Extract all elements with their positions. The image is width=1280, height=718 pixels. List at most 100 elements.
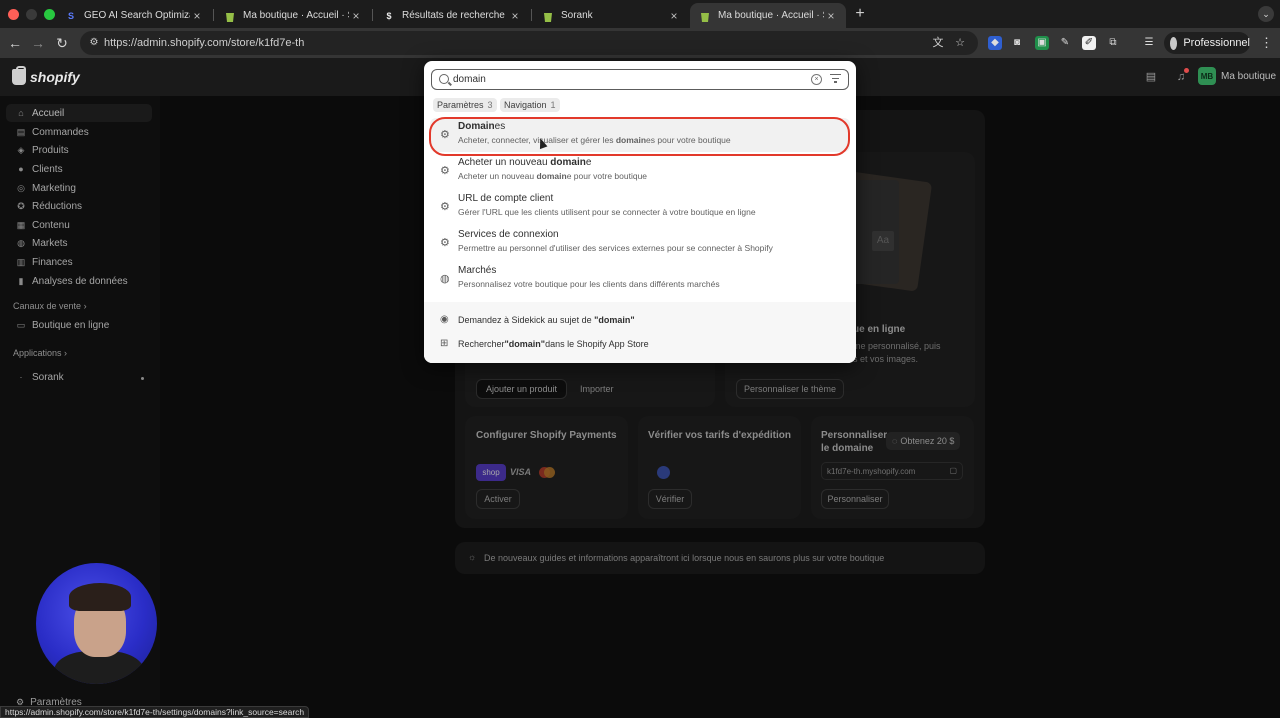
shopify-favicon-icon <box>223 9 237 23</box>
sidebar-item-produits[interactable]: ◈ Produits <box>6 141 152 159</box>
tag-icon: ◈ <box>17 145 25 155</box>
customize-theme-button[interactable]: Personnaliser le thème <box>736 379 844 399</box>
puzzle-extensions-icon[interactable]: ⧉ <box>1106 36 1120 50</box>
close-tab-icon[interactable]: × <box>667 9 681 23</box>
camera-extension-icon[interactable]: ◙ <box>1010 36 1024 50</box>
chart-icon: ▮ <box>18 276 24 286</box>
sales-channels-section[interactable]: Canaux de vente › <box>13 301 87 311</box>
pin-dot <box>141 377 144 380</box>
sidebar-item-analyses[interactable]: ▮ Analyses de données <box>6 272 152 290</box>
close-tab-icon[interactable]: × <box>190 9 204 23</box>
apps-section[interactable]: Applications › <box>13 348 67 358</box>
forward-arrow-icon[interactable]: → <box>30 35 46 51</box>
link-status-bar: https://admin.shopify.com/store/k1fd7e-t… <box>0 706 310 718</box>
translate-icon[interactable]: 文 <box>931 36 945 50</box>
sidebar-item-marketing[interactable]: ◎ Marketing <box>6 179 152 197</box>
search-box[interactable]: × <box>431 69 849 90</box>
visa-logo: VISA <box>510 467 532 477</box>
dollar-favicon-icon: $ <box>386 10 392 21</box>
extension-badge-icon[interactable]: ▣ <box>1035 36 1049 50</box>
activate-payments-button[interactable]: Activer <box>476 489 520 509</box>
add-product-button[interactable]: Ajouter un produit <box>476 379 567 399</box>
browser-tab-3[interactable]: Sorank × <box>533 3 689 28</box>
filter-icon[interactable] <box>830 74 841 84</box>
sidebar-item-finances[interactable]: ▥ Finances <box>6 253 152 271</box>
browser-menu-icon[interactable]: ⋮ <box>1260 36 1273 50</box>
bank-icon: ▥ <box>16 257 26 267</box>
search-app-store-row[interactable]: ⊞ Rechercher "domain" dans le Shopify Ap… <box>440 337 649 351</box>
address-bar[interactable]: ⚙ https://admin.shopify.com/store/k1fd7e… <box>80 31 978 55</box>
shopify-bag-icon <box>12 66 26 85</box>
bookmark-star-icon[interactable]: ☆ <box>953 36 967 50</box>
pen-extension-icon[interactable]: ✎ <box>1058 36 1072 50</box>
tab-search-chevron-icon[interactable]: ⌄ <box>1258 6 1274 22</box>
store-menu-button[interactable]: MB Ma boutique <box>1198 67 1276 85</box>
close-tab-icon[interactable]: × <box>508 9 522 23</box>
extension-icon[interactable]: ◆ <box>988 36 1002 50</box>
new-tab-button[interactable]: + <box>852 5 868 23</box>
sidebar-item-markets[interactable]: ◍ Markets <box>6 234 152 252</box>
sidebar-item-commandes[interactable]: ▤ Commandes <box>6 123 152 141</box>
filter-chip-parametres[interactable]: Paramètres 3 <box>433 98 497 112</box>
domain-panel: Personnaliser le domaine ◌ Obtenez 20 $ k… <box>811 416 974 519</box>
reload-icon[interactable]: ↻ <box>54 35 70 51</box>
profile-button[interactable]: Professionnel <box>1164 32 1250 54</box>
webcam-overlay <box>36 563 157 684</box>
search-result-url-compte-client[interactable]: ⚙ URL de compte client Gérer l'URL que l… <box>430 190 850 224</box>
search-result-services-connexion[interactable]: ⚙ Services de connexion Permettre au per… <box>430 226 850 260</box>
search-footer: ◉ Demandez à Sidekick au sujet de "domai… <box>424 302 856 363</box>
search-modal: × Paramètres3 Navigation1 ⚙ Domaines Ach… <box>424 61 856 363</box>
browser-tab-1[interactable]: Ma boutique · Accueil · Shopif × <box>215 3 371 28</box>
mastercard-logo <box>539 467 555 478</box>
globe-icon: ◍ <box>17 238 25 248</box>
search-result-acheter-domaine[interactable]: ⚙ Acheter un nouveau domaine Acheter un … <box>430 154 850 188</box>
sidebar-item-accueil[interactable]: ⌂ Accueil <box>6 104 152 122</box>
close-tab-icon[interactable]: × <box>824 9 838 23</box>
maximize-window-button[interactable] <box>44 9 55 20</box>
storefront-icon: ▭ <box>16 320 26 330</box>
minimize-window-button[interactable] <box>26 9 37 20</box>
clear-search-icon[interactable]: × <box>811 74 822 85</box>
target-icon: ◎ <box>17 183 25 193</box>
ask-sidekick-row[interactable]: ◉ Demandez à Sidekick au sujet de "domai… <box>440 313 635 327</box>
store-icon[interactable]: ▤ <box>1144 70 1158 84</box>
person-icon: ● <box>18 164 24 174</box>
gear-icon: ⚙ <box>440 129 450 141</box>
search-result-domaines[interactable]: ⚙ Domaines Acheter, connecter, visualise… <box>430 118 850 152</box>
verify-shipping-button[interactable]: Vérifier <box>648 489 692 509</box>
browser-tab-0[interactable]: S GEO AI Search Optimization S × <box>56 3 212 28</box>
myshopify-domain-field: k1fd7e-th.myshopify.com ▢ <box>821 462 963 480</box>
gear-icon: ⚙ <box>440 201 450 213</box>
payments-panel: Configurer Shopify Payments shop VISA Ac… <box>465 416 628 519</box>
content-icon: ▦ <box>16 220 26 230</box>
sidebar-item-contenu[interactable]: ▦ Contenu <box>6 216 152 234</box>
sidebar-item-sorank[interactable]: · Sorank <box>6 368 152 386</box>
site-settings-icon[interactable]: ⚙ <box>88 37 100 49</box>
close-tab-icon[interactable]: × <box>349 9 363 23</box>
copy-icon[interactable]: ▢ <box>949 466 957 475</box>
customize-domain-button[interactable]: Personnaliser <box>821 489 889 509</box>
sidebar-item-reductions[interactable]: ✪ Réductions <box>6 197 152 215</box>
sidekick-icon: ◉ <box>440 314 449 325</box>
url-text: https://admin.shopify.com/store/k1fd7e-t… <box>104 37 305 49</box>
lightbulb-icon: ☼ <box>468 552 477 562</box>
edit-extension-icon[interactable]: ✐ <box>1082 36 1096 50</box>
guides-card: ☼ De nouveaux guides et informations app… <box>455 542 985 574</box>
back-arrow-icon[interactable]: ← <box>7 35 23 51</box>
import-button[interactable]: Importer <box>580 379 614 399</box>
sidebar-item-boutique-en-ligne[interactable]: ▭ Boutique en ligne <box>6 316 152 334</box>
search-input[interactable] <box>453 72 793 87</box>
browser-tab-2[interactable]: $ Résultats de recherche pour × <box>374 3 530 28</box>
sidebar-item-clients[interactable]: ● Clients <box>6 160 152 178</box>
close-window-button[interactable] <box>8 9 19 20</box>
notification-dot <box>1184 68 1189 73</box>
reading-list-icon[interactable]: ☰ <box>1142 36 1156 50</box>
chevron-right-icon: › <box>64 348 68 358</box>
browser-tab-4-active[interactable]: Ma boutique · Accueil · Shopif × <box>690 3 846 28</box>
discount-icon: ✪ <box>17 201 25 211</box>
shopify-logo[interactable]: shopify <box>12 66 80 85</box>
search-result-marches[interactable]: ◍ Marchés Personnalisez votre boutique p… <box>430 262 850 296</box>
shop-pay-logo: shop <box>476 464 506 481</box>
globe-icon <box>657 466 670 479</box>
filter-chip-navigation[interactable]: Navigation 1 <box>500 98 560 112</box>
